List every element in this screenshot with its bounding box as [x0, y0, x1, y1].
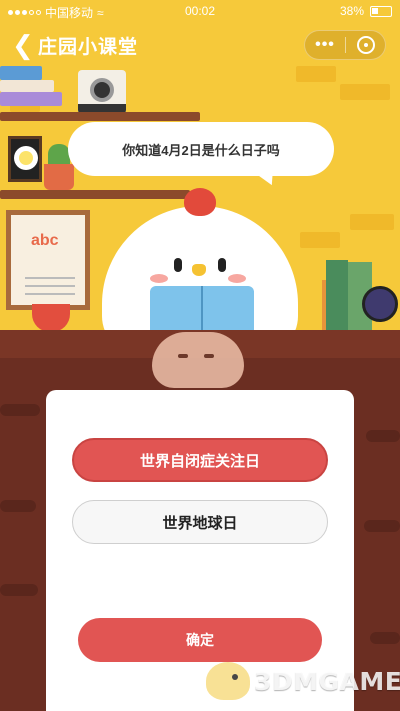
pet-eye — [178, 354, 188, 358]
wall-brick — [296, 66, 336, 82]
pet-eye — [204, 354, 214, 358]
globe-icon — [362, 286, 398, 322]
book-icon — [0, 80, 54, 92]
top-shelf — [0, 112, 200, 121]
battery-percent: 38% — [339, 4, 364, 18]
board-letters: abc — [31, 232, 59, 249]
wood-plank — [370, 632, 400, 644]
chick-eye — [174, 258, 182, 272]
chick-blush — [150, 274, 168, 283]
board-lines — [25, 277, 75, 279]
flower-picture-icon — [8, 136, 42, 182]
page-title: 庄园小课堂 — [38, 37, 139, 58]
close-button[interactable] — [346, 36, 385, 54]
wood-plank — [0, 500, 36, 512]
nav-bar: ❮ 庄园小课堂 ••• — [0, 28, 400, 64]
book-icon — [326, 260, 348, 336]
more-button[interactable]: ••• — [305, 36, 345, 54]
watermark-text: 3DMGAME — [254, 666, 400, 696]
chick-comb — [184, 188, 216, 216]
flower-pot — [44, 164, 74, 190]
wood-plank — [364, 520, 400, 532]
wall-brick — [300, 232, 340, 248]
miniapp-capsule: ••• — [304, 30, 386, 60]
book-icon — [0, 66, 42, 80]
battery-icon — [370, 5, 392, 17]
status-bar: 中国移动 ≈ 00:02 38% — [0, 0, 400, 24]
chick-beak — [192, 264, 206, 276]
wall-brick — [350, 214, 394, 230]
watermark-bird-icon — [206, 662, 250, 700]
middle-shelf — [0, 190, 190, 199]
wood-plank — [0, 404, 40, 416]
camera-lens — [90, 78, 114, 102]
question-text: 你知道4月2日是什么日子吗 — [122, 142, 280, 158]
pet-character — [152, 332, 244, 388]
option-button[interactable]: 世界地球日 — [72, 500, 328, 544]
camera-icon — [78, 70, 126, 114]
book-icon — [0, 92, 62, 106]
option-button-selected[interactable]: 世界自闭症关注日 — [72, 438, 328, 482]
farm-classroom-scene: 中国移动 ≈ 00:02 38% ❮ 庄园小课堂 ••• abc 你知道4月2日… — [0, 0, 400, 711]
chick-blush — [228, 274, 246, 283]
wood-plank — [0, 584, 38, 596]
chevron-left-icon[interactable]: ❮ — [12, 30, 34, 60]
watermark: 3DMGAME — [206, 662, 400, 700]
wall-brick — [340, 84, 390, 100]
battery-group: 38% — [340, 4, 392, 18]
wood-plank — [366, 430, 400, 442]
confirm-button[interactable]: 确定 — [78, 618, 322, 662]
alphabet-board: abc — [6, 210, 90, 310]
target-close-icon — [356, 36, 375, 54]
chick-eye — [218, 258, 226, 272]
question-bubble: 你知道4月2日是什么日子吗 — [68, 122, 334, 176]
